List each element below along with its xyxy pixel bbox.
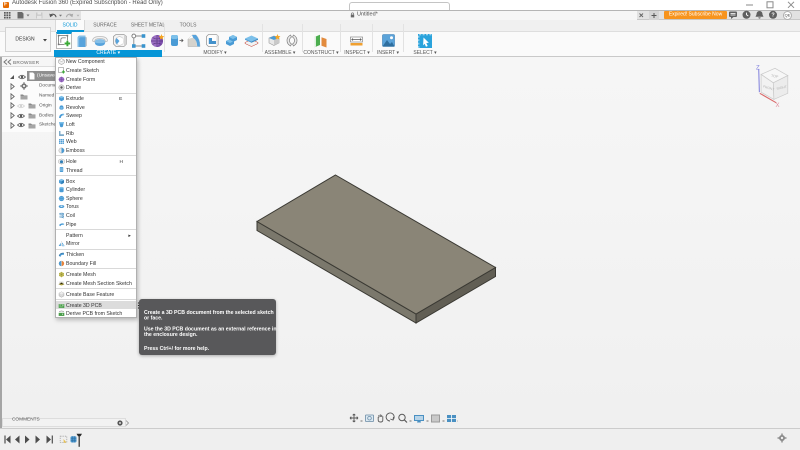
svg-text:Z: Z: [756, 66, 760, 72]
svg-text:X: X: [776, 103, 780, 109]
